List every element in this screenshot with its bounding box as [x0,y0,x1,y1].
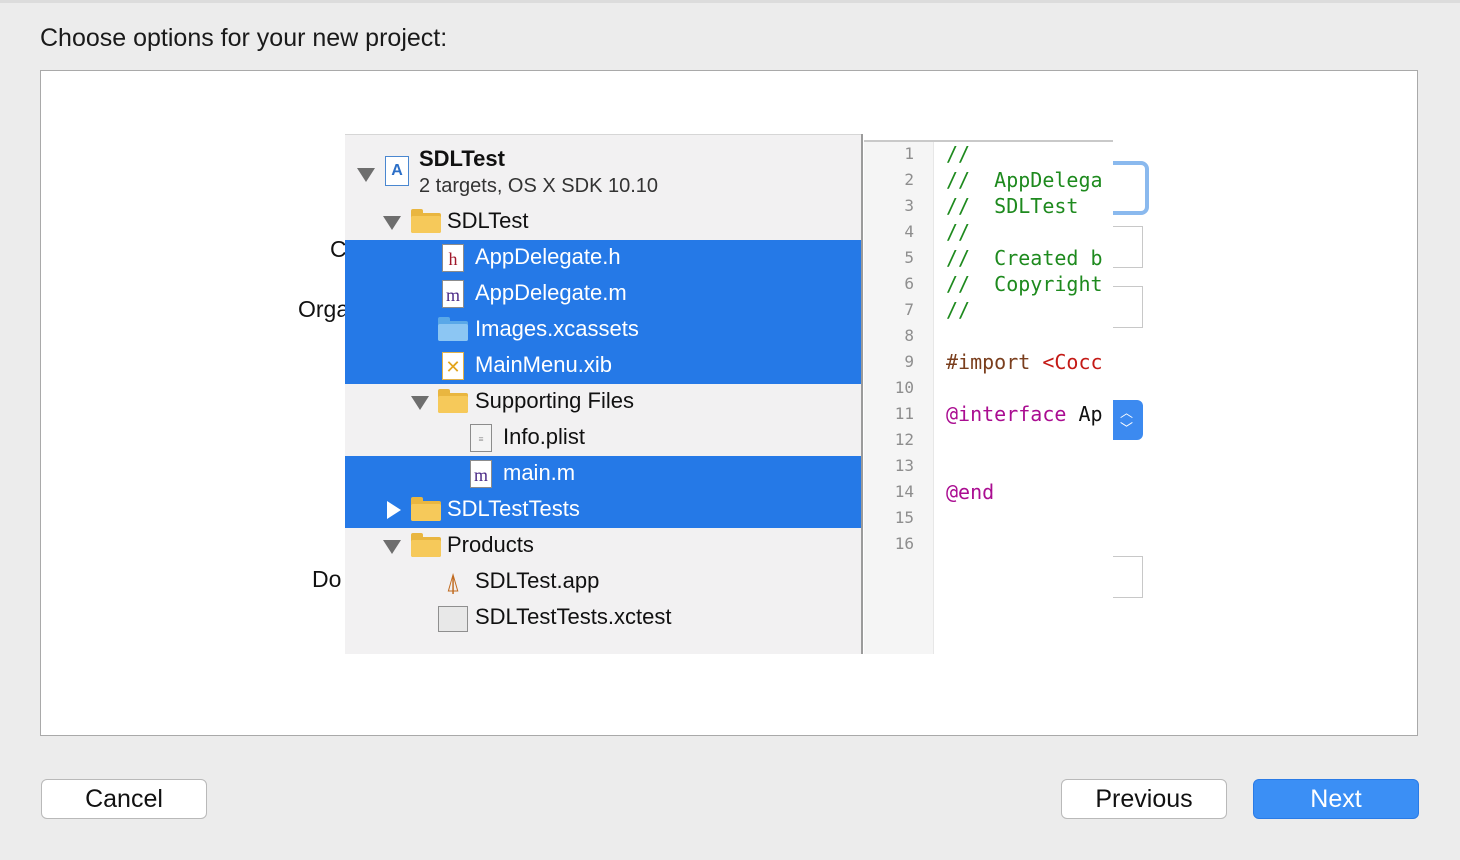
navigator-item-label: AppDelegate.h [475,244,621,269]
folder-icon [411,209,441,233]
disclosure-triangle-icon[interactable] [383,540,401,554]
preprocessor-directive: #import [946,350,1043,374]
keyword: @interface [946,402,1067,426]
previous-button[interactable]: Previous [1061,779,1227,819]
asset-catalog-icon [438,317,468,341]
app-icon: ⍋ [445,567,461,597]
code-line: @end [946,480,995,504]
window-top-edge [0,0,1460,3]
navigator-item[interactable]: SDLTestTests.xctest [345,600,861,636]
header-file-icon: h [442,244,464,272]
navigator-item-label: Supporting Files [475,388,634,413]
disclosure-triangle-icon[interactable] [387,501,401,519]
line-number: 9 [904,352,914,371]
navigator-item-label: SDLTest [447,208,529,233]
navigator-item[interactable]: Supporting Files [345,384,861,420]
disclosure-triangle-icon[interactable] [411,396,429,410]
text-field-edge[interactable] [1113,286,1143,328]
code-line: // [946,142,971,166]
xcode-project-icon: A [385,156,409,186]
next-button[interactable]: Next [1253,779,1419,819]
project-navigator: A SDLTest 2 targets, OS X SDK 10.10 SDLT… [345,134,863,654]
navigator-item[interactable]: m main.m [345,456,861,492]
navigator-item[interactable]: ≡ Info.plist [345,420,861,456]
code-line: // Created b [946,246,1103,270]
gutter-divider [933,142,934,654]
folder-icon [438,389,468,413]
navigator-item-label: SDLTestTests.xctest [475,604,672,629]
line-number: 5 [904,248,914,267]
line-number: 8 [904,326,914,345]
code-line: // SDLTest [946,194,1079,218]
plist-file-icon: ≡ [470,424,492,452]
navigator-item[interactable]: ✕ MainMenu.xib [345,348,861,384]
dialog-heading: Choose options for your new project: [40,24,448,52]
text-field-edge[interactable] [1113,226,1143,268]
line-number: 6 [904,274,914,293]
disclosure-triangle-icon[interactable] [383,216,401,230]
project-root-row[interactable]: A SDLTest 2 targets, OS X SDK 10.10 [345,144,861,210]
import-header: <Cocc [1042,350,1103,374]
navigator-item[interactable]: Products [345,528,861,564]
line-number: 14 [894,482,914,501]
project-subtitle: 2 targets, OS X SDK 10.10 [419,175,659,197]
navigator-item-label: Products [447,532,534,557]
navigator-item[interactable]: h AppDelegate.h [345,240,861,276]
line-number: 4 [904,222,914,241]
navigator-item[interactable]: m AppDelegate.m [345,276,861,312]
code-line: // Copyright [946,272,1103,296]
popup-stepper[interactable]: ︿ ﹀ [1113,400,1143,440]
folder-icon [411,533,441,557]
navigator-item-label: Info.plist [503,424,585,449]
navigator-item-label: SDLTest.app [475,568,600,593]
navigator-item-label: AppDelegate.m [475,280,627,305]
line-number: 7 [904,300,914,319]
line-number: 1 [904,144,914,163]
line-number-gutter [864,142,934,654]
line-number: 12 [894,430,914,449]
navigator-item[interactable]: ⍋ SDLTest.app [345,564,861,600]
navigator-item[interactable]: Images.xcassets [345,312,861,348]
cancel-button[interactable]: Cancel [41,779,207,819]
text-field-edge[interactable] [1113,556,1143,598]
line-number: 15 [894,508,914,527]
xctest-bundle-icon [438,606,468,632]
code-line: #import <Cocc [946,350,1103,374]
objc-file-icon: m [470,460,492,488]
folder-icon [411,497,441,521]
navigator-item-label: MainMenu.xib [475,352,612,377]
line-number: 11 [894,404,914,423]
disclosure-triangle-icon[interactable] [357,168,375,182]
chevron-down-icon: ﹀ [1120,421,1134,436]
code-line: // [946,298,971,322]
navigator-item-label: Images.xcassets [475,316,639,341]
line-number: 3 [904,196,914,215]
navigator-top-border [345,134,861,135]
document-label: Do [312,566,342,592]
focused-field-edge [1113,161,1149,215]
navigator-item-label: SDLTestTests [447,496,580,521]
code-line: // AppDelega [946,168,1103,192]
line-number: 10 [894,378,914,397]
project-name: SDLTest [419,146,505,171]
line-number: 13 [894,456,914,475]
navigator-item-label: main.m [503,460,576,485]
line-number: 2 [904,170,914,189]
line-number: 16 [894,534,914,553]
class-name: Ap [1066,402,1103,426]
xib-file-icon: ✕ [442,352,464,380]
organization-label: Orga [298,296,350,322]
navigator-item[interactable]: SDLTestTests [345,492,861,528]
objc-file-icon: m [442,280,464,308]
code-line: @interface Ap [946,402,1103,426]
code-line: // [946,220,971,244]
code-editor: 1 2 3 4 5 6 7 8 9 10 11 12 13 14 15 16 /… [864,134,1113,654]
navigator-item[interactable]: SDLTest [345,204,861,240]
